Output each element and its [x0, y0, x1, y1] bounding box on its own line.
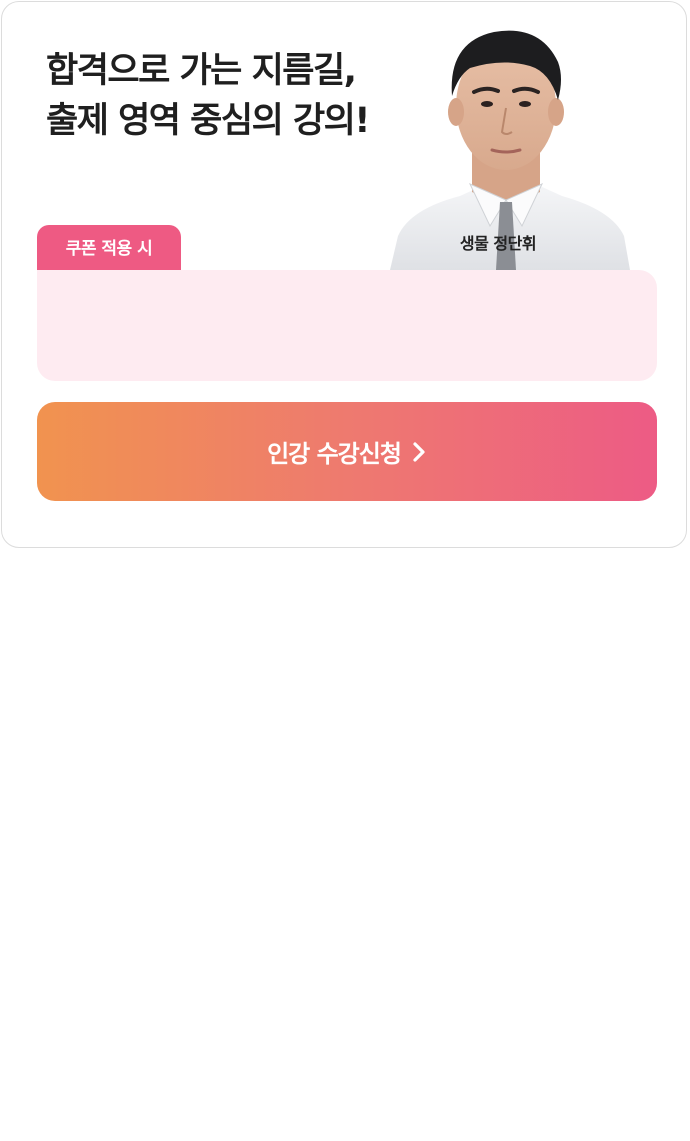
teacher-caption: 생물 정단휘 [459, 234, 537, 253]
promo-card: 합격으로 가는 지름길, 출제 영역 중심의 강의! 생물 정단휘 쿠폰 적용 … [1, 1, 687, 548]
headline-line-1: 합격으로 가는 지름길, [46, 51, 357, 91]
chevron-right-icon [411, 440, 427, 464]
headline-line-2: 출제 영역 중심의 강의! [46, 101, 370, 141]
coupon-tab-label: 쿠폰 적용 시 [37, 225, 181, 272]
enroll-button[interactable]: 인강 수강신청 [37, 402, 657, 501]
enroll-button-label: 인강 수강신청 [267, 440, 402, 468]
coupon-price-panel [37, 270, 657, 381]
headline: 합격으로 가는 지름길, 출제 영역 중심의 강의! [46, 46, 370, 146]
